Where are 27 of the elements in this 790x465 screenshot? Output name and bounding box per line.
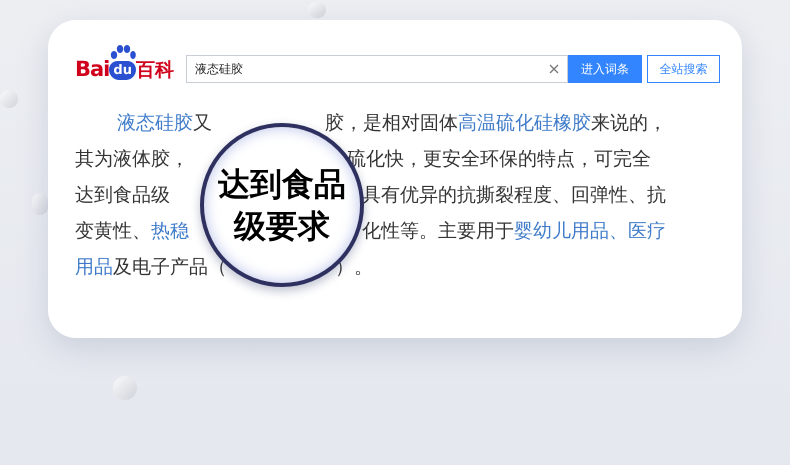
term-link[interactable]: 热稳 — [151, 213, 189, 249]
paragraph-text: 达到食品级 — [75, 183, 170, 208]
logo-text: Bai — [75, 58, 110, 80]
lens-caption: 达到食品 级要求 — [218, 164, 346, 247]
term-link[interactable]: 婴幼儿用品、医疗 — [514, 213, 666, 249]
paw-icon — [110, 44, 136, 60]
logo-mark: du — [109, 60, 136, 80]
water-droplet — [308, 2, 326, 18]
clear-icon[interactable] — [549, 64, 559, 74]
paragraph-text: 其为液体胶， — [75, 147, 189, 172]
term-link[interactable]: 高温硫化硅橡胶 — [458, 105, 591, 141]
water-droplet — [113, 376, 137, 400]
term-link[interactable]: 用品 — [75, 249, 113, 285]
paragraph-text: 变黄性、 — [75, 219, 151, 244]
paragraph-text: 又 — [193, 111, 212, 136]
paragraph-text: 化性等。主要用于 — [362, 219, 514, 244]
water-droplet — [0, 90, 18, 108]
search-input[interactable]: 液态硅胶 — [195, 60, 549, 78]
water-droplet — [32, 193, 48, 215]
search-button[interactable]: 进入词条 — [568, 55, 642, 83]
search-button[interactable]: 全站搜索 — [647, 55, 720, 83]
paragraph-text: 具有优异的抗撕裂程度、回弹性、抗 — [362, 183, 666, 208]
term-link[interactable]: 液态硅胶 — [117, 105, 193, 141]
logo-text: 百科 — [136, 60, 174, 80]
search-field[interactable]: 液态硅胶 — [186, 55, 568, 83]
paragraph-text: 胶，是相对固体 — [325, 111, 458, 136]
paragraph-text: 来说的， — [591, 111, 667, 136]
